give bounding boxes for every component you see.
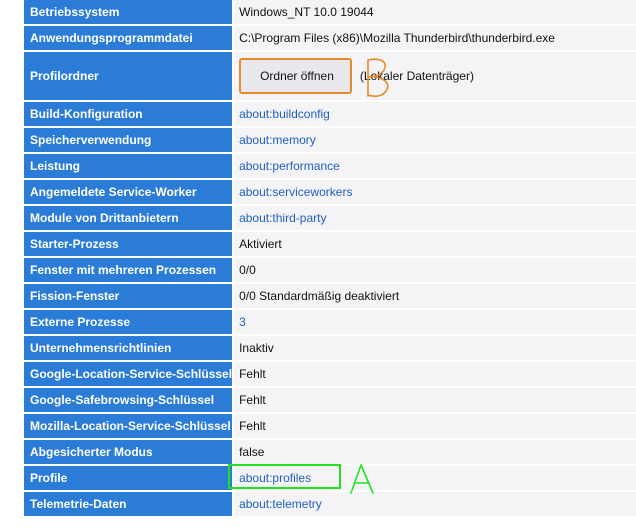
row-key-performance: Leistung	[24, 154, 235, 180]
annotation-marker-b: B	[367, 58, 389, 97]
row-value-memory: about:memory	[234, 128, 636, 154]
row-value-safe-mode: false	[234, 440, 636, 466]
row-value-enterprise-policies: Inaktiv	[234, 336, 636, 362]
row-value-third-party: about:third-party	[234, 206, 636, 232]
link-third-party[interactable]: about:third-party	[239, 211, 326, 225]
row-key-profile-folder: Profilordner	[24, 52, 235, 102]
table-row: Google-Safebrowsing-Schlüssel Fehlt	[24, 388, 636, 414]
table-row: Mozilla-Location-Service-Schlüssel Fehlt	[24, 414, 636, 440]
row-key-launcher-process: Starter-Prozess	[24, 232, 235, 258]
row-value-fission-windows: 0/0 Standardmäßig deaktiviert	[234, 284, 636, 310]
table-row: Unternehmensrichtlinien Inaktiv	[24, 336, 636, 362]
link-remote-processes[interactable]: 3	[239, 315, 246, 329]
row-value-executable: C:\Program Files (x86)\Mozilla Thunderbi…	[234, 26, 636, 52]
table-row: Betriebssystem Windows_NT 10.0 19044	[24, 0, 636, 26]
table-row: Module von Drittanbietern about:third-pa…	[24, 206, 636, 232]
row-value-launcher-process: Aktiviert	[234, 232, 636, 258]
application-basics-table: Betriebssystem Windows_NT 10.0 19044 Anw…	[24, 0, 636, 518]
troubleshooting-page: Betriebssystem Windows_NT 10.0 19044 Anw…	[0, 0, 636, 531]
table-row: Starter-Prozess Aktiviert	[24, 232, 636, 258]
annotation-marker-a: A	[350, 464, 374, 494]
row-key-enterprise-policies: Unternehmensrichtlinien	[24, 336, 235, 362]
table-row: Build-Konfiguration about:buildconfig	[24, 102, 636, 128]
row-value-multiprocess-windows: 0/0	[234, 258, 636, 284]
row-key-executable: Anwendungsprogrammdatei	[24, 26, 235, 52]
row-key-memory: Speicherverwendung	[24, 128, 235, 154]
row-key-safe-mode: Abgesicherter Modus	[24, 440, 235, 466]
table-row: Leistung about:performance	[24, 154, 636, 180]
table-row: Telemetrie-Daten about:telemetry	[24, 492, 636, 518]
table-row: Profilordner Ordner öffnen (Lokaler Daten…	[24, 52, 636, 102]
row-value-remote-processes: 3	[234, 310, 636, 336]
row-key-profiles: Profile	[24, 466, 235, 492]
row-key-google-safebrowsing-key: Google-Safebrowsing-Schlüssel	[24, 388, 235, 414]
link-serviceworkers[interactable]: about:serviceworkers	[239, 185, 352, 199]
row-key-mozilla-location-key: Mozilla-Location-Service-Schlüssel	[24, 414, 235, 440]
row-key-third-party: Module von Drittanbietern	[24, 206, 235, 232]
row-value-google-safebrowsing-key: Fehlt	[234, 388, 636, 414]
row-key-multiprocess-windows: Fenster mit mehreren Prozessen	[24, 258, 235, 284]
open-folder-button[interactable]: Ordner öffnen	[239, 58, 352, 94]
table-row: Externe Prozesse 3	[24, 310, 636, 336]
table-row: Anwendungsprogrammdatei C:\Program Files…	[24, 26, 636, 52]
row-value-build-config: about:buildconfig	[234, 102, 636, 128]
row-value-google-location-key: Fehlt	[234, 362, 636, 388]
table-row: Google-Location-Service-Schlüssel Fehlt	[24, 362, 636, 388]
row-value-profile-folder: Ordner öffnen (Lokaler Datenträger)	[234, 52, 636, 102]
row-key-google-location-key: Google-Location-Service-Schlüssel	[24, 362, 235, 388]
row-key-fission-windows: Fission-Fenster	[24, 284, 235, 310]
row-key-service-workers: Angemeldete Service-Worker	[24, 180, 235, 206]
open-folder-button-label: Ordner öffnen	[260, 69, 334, 83]
row-value-service-workers: about:serviceworkers	[234, 180, 636, 206]
link-telemetry[interactable]: about:telemetry	[239, 497, 322, 511]
row-key-remote-processes: Externe Prozesse	[24, 310, 235, 336]
link-buildconfig[interactable]: about:buildconfig	[239, 107, 330, 121]
table-row: Angemeldete Service-Worker about:service…	[24, 180, 636, 206]
row-value-mozilla-location-key: Fehlt	[234, 414, 636, 440]
highlight-box-profiles	[228, 464, 341, 489]
row-key-build-config: Build-Konfiguration	[24, 102, 235, 128]
row-value-performance: about:performance	[234, 154, 636, 180]
table-row: Fission-Fenster 0/0 Standardmäßig deakti…	[24, 284, 636, 310]
link-performance[interactable]: about:performance	[239, 159, 340, 173]
table-row: Fenster mit mehreren Prozessen 0/0	[24, 258, 636, 284]
link-memory[interactable]: about:memory	[239, 133, 316, 147]
row-key-telemetry: Telemetrie-Daten	[24, 492, 235, 518]
row-value-telemetry: about:telemetry	[234, 492, 636, 518]
table-row: Speicherverwendung about:memory	[24, 128, 636, 154]
table-row: Abgesicherter Modus false	[24, 440, 636, 466]
row-key-os: Betriebssystem	[24, 0, 235, 26]
row-value-os: Windows_NT 10.0 19044	[234, 0, 636, 26]
